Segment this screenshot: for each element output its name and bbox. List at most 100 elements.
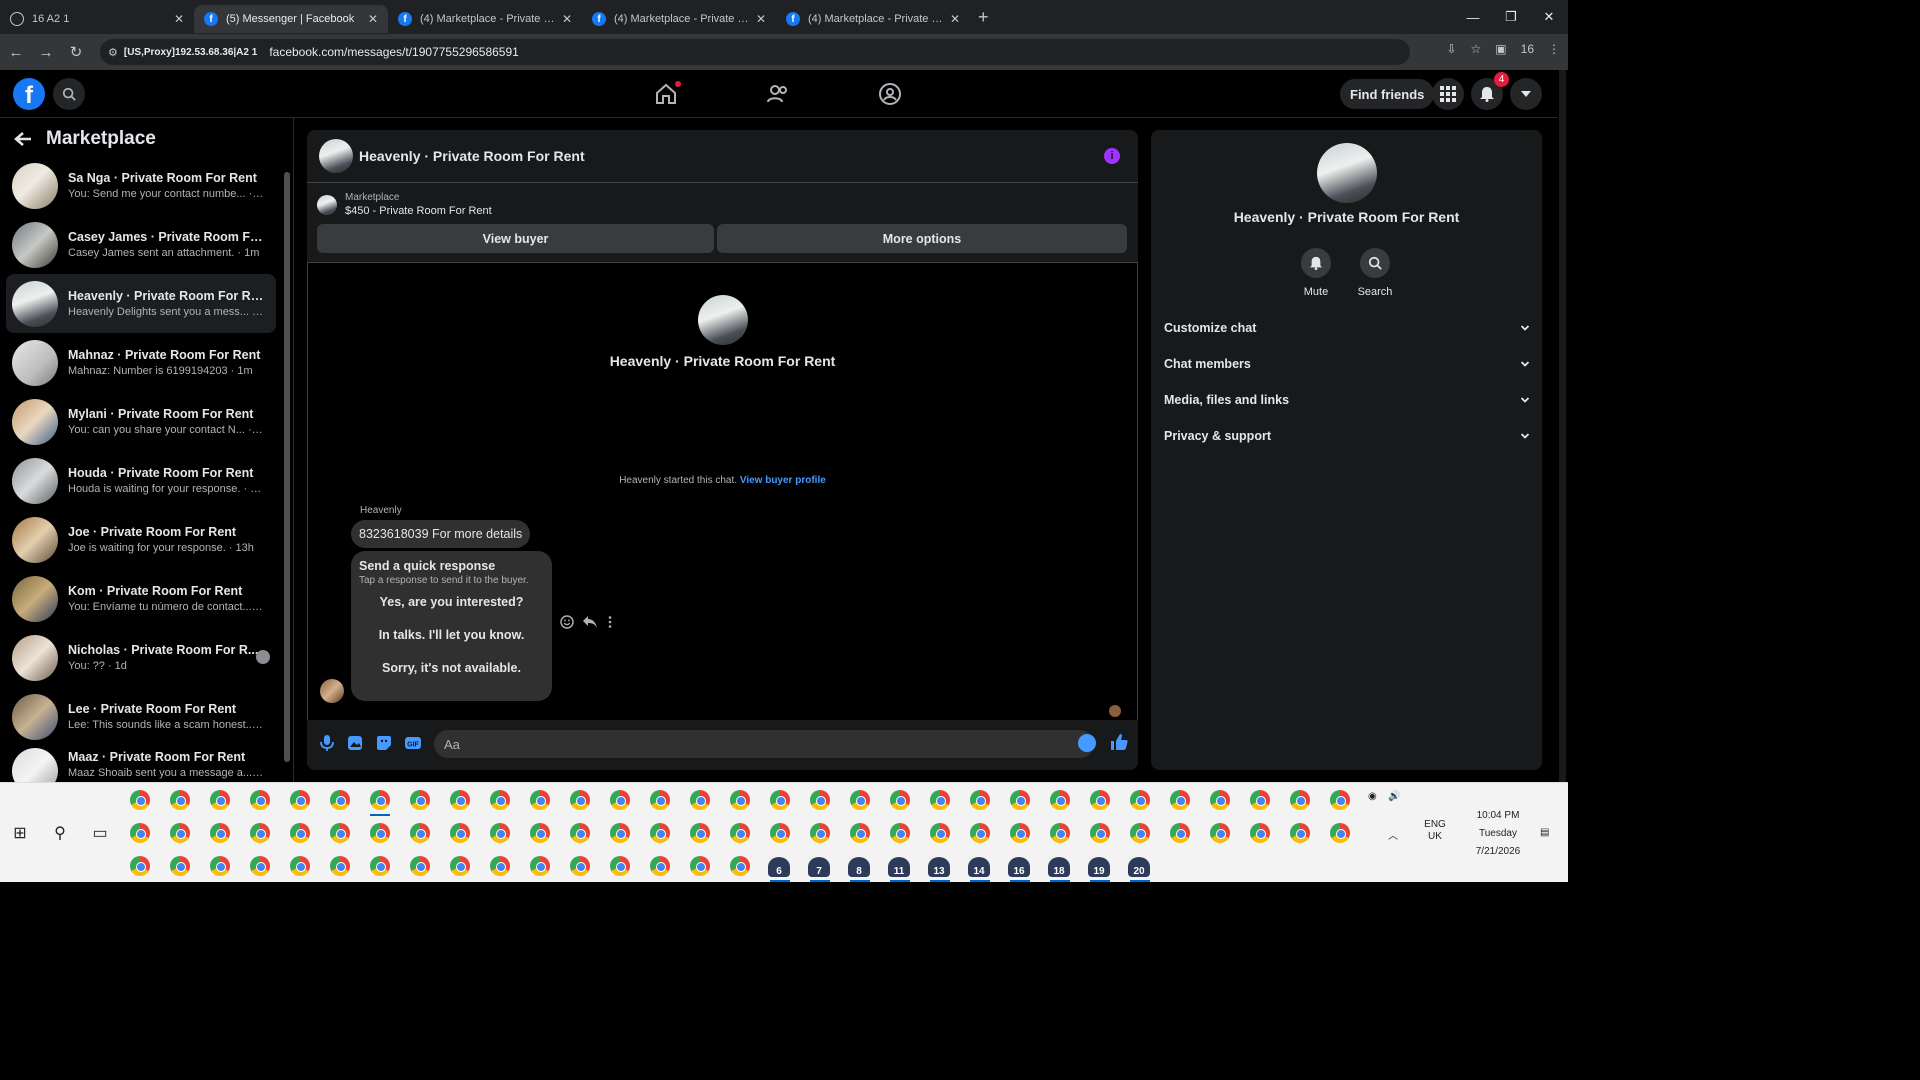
taskbar-app-icon[interactable] (440, 784, 480, 816)
page-scrollbar[interactable] (1557, 70, 1568, 782)
taskbar-app-icon[interactable] (680, 850, 720, 882)
more-dots-icon[interactable] (606, 615, 614, 629)
notification-center-icon[interactable]: ▤ (1540, 827, 1549, 838)
view-buyer-button[interactable]: View buyer (317, 224, 714, 253)
taskbar-app-icon[interactable]: 6 (760, 850, 800, 882)
close-icon[interactable]: ✕ (174, 12, 184, 26)
message-input[interactable] (434, 730, 1094, 758)
quick-response-option[interactable]: Yes, are you interested? (359, 586, 544, 619)
menu-button[interactable] (1432, 78, 1464, 110)
taskbar-app-icon[interactable] (720, 784, 760, 816)
back-icon[interactable]: ← (2, 38, 30, 66)
forward-icon[interactable]: → (32, 38, 60, 66)
taskbar-app-icon[interactable] (1000, 817, 1040, 849)
taskbar-app-icon[interactable] (560, 817, 600, 849)
taskbar-app-icon[interactable] (280, 817, 320, 849)
sender-avatar[interactable] (320, 679, 344, 703)
quick-response-option[interactable]: In talks. I'll let you know. (359, 619, 544, 652)
close-icon[interactable]: ✕ (368, 12, 378, 26)
notifications-button[interactable]: 4 (1471, 72, 1509, 110)
taskbar-app-icon[interactable] (120, 817, 160, 849)
scrollbar-thumb[interactable] (284, 172, 290, 762)
groups-tab[interactable] (878, 82, 902, 106)
taskbar-app-icon[interactable] (720, 817, 760, 849)
gif-icon[interactable]: GIF (404, 734, 422, 752)
taskbar-app-icon[interactable] (480, 817, 520, 849)
taskbar-app-icon[interactable] (840, 817, 880, 849)
taskbar-app-icon[interactable] (360, 817, 400, 849)
conversation-item[interactable]: Houda · Private Room For Rent Houda is wa… (6, 451, 276, 510)
taskbar-app-icon[interactable] (920, 784, 960, 816)
home-tab[interactable] (654, 81, 681, 106)
task-view-icon[interactable]: ▭ (80, 817, 120, 849)
close-window-icon[interactable]: ✕ (1530, 0, 1568, 34)
taskbar-app-icon[interactable]: 18 (1040, 850, 1080, 882)
photo-icon[interactable] (346, 734, 364, 752)
taskbar-app-icon[interactable] (680, 817, 720, 849)
taskbar-app-icon[interactable] (760, 817, 800, 849)
browser-tab[interactable]: f (4) Marketplace - Private Room ✕ (776, 5, 970, 33)
browser-tab[interactable]: 16 A2 1 ✕ (0, 5, 194, 33)
taskbar-app-icon[interactable] (1080, 817, 1120, 849)
taskbar-app-icon[interactable] (400, 784, 440, 816)
taskbar-app-icon[interactable] (640, 850, 680, 882)
taskbar-app-icon[interactable] (400, 850, 440, 882)
taskbar-app-icon[interactable] (1280, 817, 1320, 849)
taskbar-app-icon[interactable] (320, 784, 360, 816)
taskbar-app-icon[interactable]: 14 (960, 850, 1000, 882)
taskbar-app-icon[interactable] (520, 817, 560, 849)
taskbar-app-icon[interactable] (120, 850, 160, 882)
taskbar-app-icon[interactable] (760, 784, 800, 816)
taskbar-app-icon[interactable] (280, 784, 320, 816)
search-icon[interactable]: ⚲ (40, 817, 80, 849)
taskbar-app-icon[interactable] (1240, 784, 1280, 816)
taskbar-app-icon[interactable] (1120, 784, 1160, 816)
bookmark-star-icon[interactable]: ☆ (1471, 42, 1482, 56)
taskbar-app-icon[interactable] (320, 817, 360, 849)
taskbar-app-icon[interactable] (600, 850, 640, 882)
sidepanel-icon[interactable]: ▣ (1495, 42, 1506, 56)
view-buyer-profile-link[interactable]: View buyer profile (740, 475, 826, 486)
conversation-item[interactable]: Mahnaz · Private Room For Rent Mahnaz: Nu… (6, 333, 276, 392)
omnibox[interactable]: ⚙ [US,Proxy]192.53.68.36|A2 1 facebook.c… (100, 39, 1410, 65)
taskbar-app-icon[interactable] (1160, 817, 1200, 849)
conversation-item[interactable]: Kom · Private Room For Rent You: Envíame … (6, 569, 276, 628)
taskbar-app-icon[interactable] (960, 784, 1000, 816)
taskbar-app-icon[interactable] (1000, 784, 1040, 816)
site-info-icon[interactable]: ⚙ (108, 46, 118, 59)
conversation-item[interactable]: Mylani · Private Room For Rent You: can y… (6, 392, 276, 451)
taskbar-app-icon[interactable] (200, 817, 240, 849)
windows-start-icon[interactable]: ⊞ (0, 817, 40, 849)
taskbar-app-icon[interactable]: 19 (1080, 850, 1120, 882)
taskbar-app-icon[interactable] (280, 850, 320, 882)
conversation-item-selected[interactable]: Heavenly · Private Room For Rent Heavenly… (6, 274, 276, 333)
reload-icon[interactable]: ↻ (62, 38, 90, 66)
facebook-logo-icon[interactable]: f (13, 78, 45, 110)
taskbar-app-icon[interactable] (840, 784, 880, 816)
chat-title[interactable]: Heavenly · Private Room For Rent (359, 148, 585, 164)
scrollbar-thumb[interactable] (1559, 70, 1566, 782)
taskbar-app-icon[interactable] (240, 784, 280, 816)
taskbar-app-icon[interactable] (960, 817, 1000, 849)
language-indicator[interactable]: ENG UK (1420, 819, 1450, 843)
taskbar-app-icon[interactable] (480, 784, 520, 816)
back-arrow-icon[interactable] (14, 131, 32, 147)
taskbar-app-icon[interactable] (1120, 817, 1160, 849)
taskbar-app-icon[interactable] (880, 784, 920, 816)
chat-avatar[interactable] (319, 139, 353, 173)
taskbar-app-icon[interactable] (240, 817, 280, 849)
conversation-item[interactable]: Casey James · Private Room For ... Casey … (6, 215, 276, 274)
taskbar-app-icon[interactable] (160, 817, 200, 849)
message-bubble[interactable]: 8323618039 For more details (351, 520, 531, 548)
conversation-item[interactable]: Lee · Private Room For Rent Lee: This sou… (6, 687, 276, 746)
info-icon[interactable]: i (1104, 148, 1120, 164)
browser-tab[interactable]: f (4) Marketplace - Private Room ✕ (582, 5, 776, 33)
taskbar-app-icon[interactable] (1080, 784, 1120, 816)
taskbar-app-icon[interactable]: 8 (840, 850, 880, 882)
taskbar-app-icon[interactable] (520, 784, 560, 816)
listing-summary[interactable]: Marketplace $450 - Private Room For Rent (317, 192, 492, 217)
taskbar-app-icon[interactable] (640, 784, 680, 816)
taskbar-app-icon[interactable] (440, 817, 480, 849)
taskbar-app-icon[interactable] (720, 850, 760, 882)
taskbar-app-icon[interactable] (1280, 784, 1320, 816)
